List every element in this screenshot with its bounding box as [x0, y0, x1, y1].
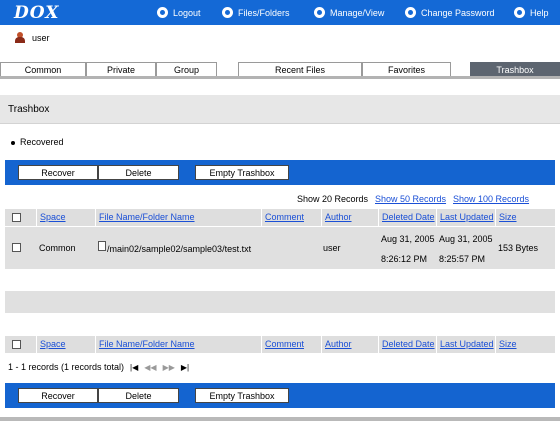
row-file-path[interactable]: /main02/sample02/sample03/test.txt: [107, 244, 251, 254]
tab-common[interactable]: Common: [0, 62, 86, 77]
row-updated-date: Aug 31, 2005: [439, 234, 493, 244]
column-size-bottom[interactable]: Size: [495, 336, 555, 353]
tab-divider: [0, 76, 560, 79]
row-updated-time: 8:25:57 PM: [439, 254, 486, 264]
row-checkbox[interactable]: [12, 243, 21, 252]
bottom-toolbar: Recover Delete Empty Trashbox: [5, 383, 555, 408]
change-password-link[interactable]: Change Password: [405, 0, 495, 25]
column-deleted-date-bottom[interactable]: Deleted Date: [378, 336, 436, 353]
tab-favorites[interactable]: Favorites: [362, 62, 451, 77]
records-summary: 1 - 1 records (1 records total): [8, 362, 125, 372]
manage-view-icon: [314, 7, 325, 18]
file-icon: [98, 241, 106, 251]
files-folders-icon: [222, 7, 233, 18]
recover-button-bottom[interactable]: Recover: [18, 388, 98, 403]
show-50-link[interactable]: Show 50 Records: [375, 194, 446, 204]
delete-button-bottom[interactable]: Delete: [98, 388, 179, 403]
dox-logo: DOX: [14, 3, 60, 23]
column-author[interactable]: Author: [321, 209, 379, 226]
show-100-link[interactable]: Show 100 Records: [453, 194, 529, 204]
pagination: 1 - 1 records (1 records total) |◀ ◀◀ ▶▶…: [8, 362, 189, 372]
status-message: Recovered: [11, 137, 64, 147]
select-all-checkbox[interactable]: [12, 213, 21, 222]
username: user: [32, 33, 50, 43]
records-per-page: Show 20 Records Show 50 Records Show 100…: [5, 190, 555, 207]
table-row[interactable]: Common /main02/sample02/sample03/test.tx…: [5, 227, 555, 269]
page-title: Trashbox: [0, 95, 560, 124]
column-comment-bottom[interactable]: Comment: [261, 336, 321, 353]
row-author: user: [323, 243, 341, 253]
bottom-divider: [0, 417, 560, 421]
refresh-icon: [405, 7, 416, 18]
tab-trashbox[interactable]: Trashbox: [470, 62, 560, 77]
column-space-bottom[interactable]: Space: [36, 336, 95, 353]
row-space: Common: [39, 243, 76, 253]
table-footer-header: Space File Name/Folder Name Comment Auth…: [5, 336, 555, 353]
help-icon: [514, 7, 525, 18]
show-20-label: Show 20 Records: [297, 194, 369, 204]
manage-view-link[interactable]: Manage/View: [314, 0, 384, 25]
column-comment[interactable]: Comment: [261, 209, 321, 226]
tab-private[interactable]: Private: [86, 62, 156, 77]
column-file-name[interactable]: File Name/Folder Name: [95, 209, 261, 226]
last-page-icon[interactable]: ▶|: [181, 363, 189, 372]
column-deleted-date[interactable]: Deleted Date: [378, 209, 436, 226]
column-space[interactable]: Space: [36, 209, 95, 226]
first-page-icon[interactable]: |◀: [130, 363, 138, 372]
column-size[interactable]: Size: [495, 209, 555, 226]
table-header: Space File Name/Folder Name Comment Auth…: [5, 209, 555, 226]
tab-group[interactable]: Group: [156, 62, 217, 77]
top-bar: DOX Logout Files/Folders Manage/View Cha…: [0, 0, 560, 25]
column-last-updated[interactable]: Last Updated: [436, 209, 495, 226]
row-deleted-time: 8:26:12 PM: [381, 254, 428, 264]
delete-button[interactable]: Delete: [98, 165, 179, 180]
row-deleted-date: Aug 31, 2005: [381, 234, 435, 244]
recover-button[interactable]: Recover: [18, 165, 98, 180]
empty-trashbox-button-bottom[interactable]: Empty Trashbox: [195, 388, 289, 403]
tab-recent-files[interactable]: Recent Files: [238, 62, 362, 77]
select-all-checkbox-bottom[interactable]: [12, 340, 21, 349]
table-empty-row: [5, 269, 555, 291]
logout-icon: [157, 7, 168, 18]
next-page-icon[interactable]: ▶▶: [163, 363, 175, 372]
empty-trashbox-button[interactable]: Empty Trashbox: [195, 165, 289, 180]
files-folders-link[interactable]: Files/Folders: [222, 0, 290, 25]
user-icon: [15, 32, 25, 43]
logout-link[interactable]: Logout: [157, 0, 201, 25]
table-empty-row: [5, 291, 555, 313]
top-toolbar: Recover Delete Empty Trashbox: [5, 160, 555, 185]
column-file-name-bottom[interactable]: File Name/Folder Name: [95, 336, 261, 353]
column-author-bottom[interactable]: Author: [321, 336, 379, 353]
table-empty-row: [5, 313, 555, 335]
prev-page-icon[interactable]: ◀◀: [144, 363, 156, 372]
row-size: 153 Bytes: [498, 243, 539, 253]
help-link[interactable]: Help: [514, 0, 549, 25]
column-last-updated-bottom[interactable]: Last Updated: [436, 336, 495, 353]
